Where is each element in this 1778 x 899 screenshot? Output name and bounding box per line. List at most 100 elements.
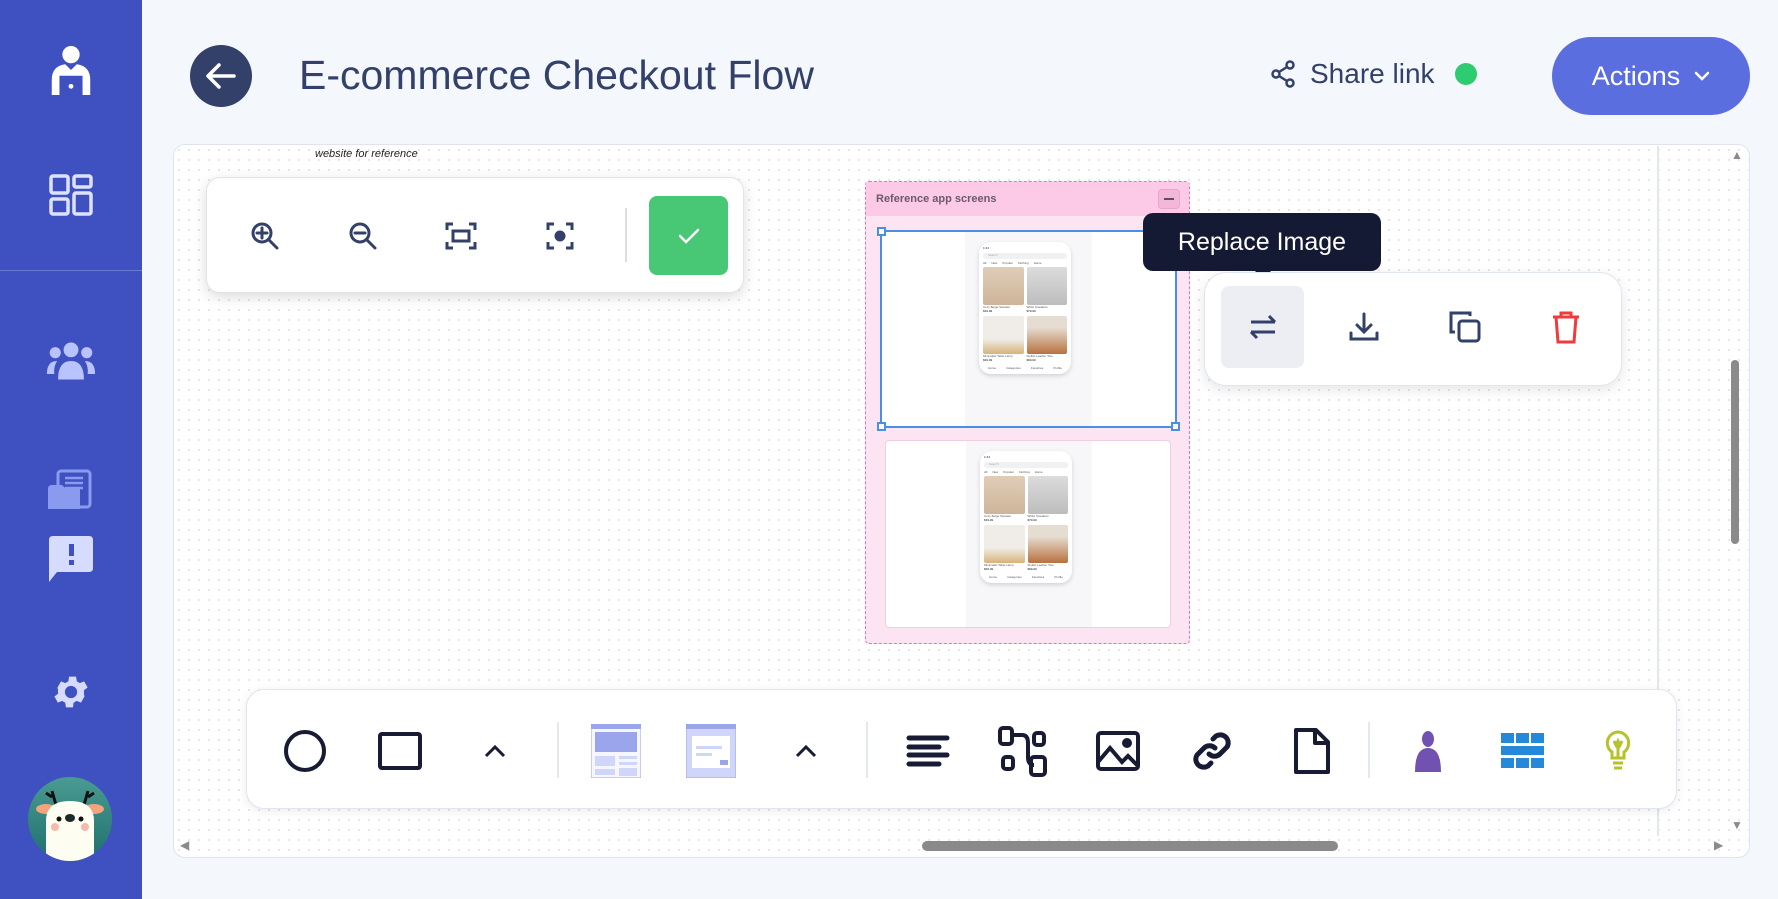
share-link-button[interactable]: Share link <box>1270 58 1477 90</box>
phone-tab: All <box>983 261 987 265</box>
dialog-template-icon <box>686 724 736 778</box>
resize-handle[interactable] <box>877 227 886 236</box>
more-templates-toggle[interactable] <box>779 724 833 778</box>
product-image <box>983 316 1024 354</box>
toolbar-divider <box>625 208 627 262</box>
minus-icon <box>1164 198 1174 200</box>
dashboard-grid-icon[interactable] <box>46 170 96 220</box>
replace-image-button[interactable] <box>1221 286 1304 368</box>
group-frame[interactable]: Reference app screens 1:44 Search All New… <box>865 181 1190 644</box>
link-tool[interactable] <box>1185 724 1239 778</box>
chevron-down-icon <box>1695 71 1710 81</box>
phone-screenshot: 1:44 Search All New Popular Clothing Home Co… <box>966 441 1092 627</box>
persona-tool[interactable] <box>1401 724 1455 778</box>
image-icon <box>1096 731 1140 771</box>
product-card: Stylish Leather Tote $89.99 <box>1026 316 1067 362</box>
product-card: Cozy Beige Sweater $49.99 <box>984 476 1025 522</box>
rectangle-tool[interactable] <box>373 724 427 778</box>
document-tool[interactable] <box>1285 724 1339 778</box>
product-price: $49.99 <box>984 518 994 522</box>
swap-arrows-icon <box>1249 314 1276 340</box>
product-image <box>1026 267 1067 305</box>
link-icon <box>1193 732 1231 770</box>
phone-nav-item: Profile <box>1054 575 1063 579</box>
files-folder-icon[interactable] <box>46 465 96 515</box>
phone-tab: Clothing <box>1018 470 1030 474</box>
replace-image-tooltip: Replace Image <box>1143 213 1381 279</box>
grid-table-tool[interactable] <box>1496 724 1550 778</box>
phone-mockup: 1:44 Search All New Popular Clothing Home Co… <box>980 451 1072 583</box>
product-card: Minimalist Table Lamp $39.99 <box>983 316 1024 362</box>
trash-icon <box>1552 311 1579 344</box>
flow-connector-tool[interactable] <box>996 724 1050 778</box>
dialog-template-tool[interactable] <box>684 724 738 778</box>
check-icon <box>678 228 699 244</box>
confirm-button[interactable] <box>649 196 728 275</box>
center-focus-button[interactable] <box>536 212 584 260</box>
product-image <box>983 267 1024 305</box>
resize-handle[interactable] <box>1171 422 1180 431</box>
search-placeholder: Search <box>989 462 999 466</box>
download-image-button[interactable] <box>1322 286 1405 368</box>
vertical-scrollbar[interactable] <box>1731 360 1739 544</box>
fit-to-screen-button[interactable] <box>437 212 485 260</box>
image-card-selected[interactable]: 1:44 Search All New Popular Clothing Home Co… <box>877 227 1180 431</box>
circle-icon <box>284 730 326 772</box>
settings-gear-icon[interactable] <box>46 667 96 717</box>
webpage-template-icon <box>591 724 641 778</box>
rectangle-icon <box>378 732 422 770</box>
status-bar: 1:44 <box>983 246 990 250</box>
scroll-left-arrow[interactable]: ◀ <box>180 838 189 852</box>
phone-tab: Home <box>1034 470 1043 474</box>
back-button[interactable] <box>190 45 252 107</box>
resize-handle[interactable] <box>877 422 886 431</box>
phone-bottom-nav: Home Categories Favorites Profile <box>983 366 1067 370</box>
person-icon <box>1415 731 1441 772</box>
team-icon[interactable] <box>46 336 96 386</box>
toolbar-divider <box>866 722 868 778</box>
phone-nav-item: Categories <box>1007 575 1022 579</box>
copy-icon <box>1449 311 1480 343</box>
scroll-right-arrow[interactable]: ▶ <box>1714 838 1723 852</box>
feedback-alert-icon[interactable] <box>46 535 96 585</box>
phone-tab: Popular <box>1003 470 1014 474</box>
canvas-text-note[interactable]: website for reference <box>315 148 418 160</box>
zoom-out-button[interactable] <box>339 212 387 260</box>
user-laptop-logo-icon[interactable] <box>46 45 96 95</box>
sidebar <box>0 0 142 899</box>
phone-tabs: All New Popular Clothing Home <box>984 470 1068 474</box>
zoom-out-icon <box>349 222 377 250</box>
online-status-dot <box>1454 63 1477 85</box>
phone-nav-item: Home <box>989 575 998 579</box>
search-placeholder: Search <box>988 253 998 257</box>
product-card: Stylish Leather Tote $89.99 <box>1027 525 1068 571</box>
circle-tool[interactable] <box>278 724 332 778</box>
focus-center-icon <box>546 222 574 250</box>
webpage-template-tool[interactable] <box>589 724 643 778</box>
scroll-down-arrow[interactable]: ▼ <box>1731 818 1743 832</box>
product-card: Cozy Beige Sweater $49.99 <box>983 267 1024 313</box>
phone-nav-item: Favorites <box>1030 366 1044 370</box>
zoom-in-button[interactable] <box>241 212 289 260</box>
table-grid-icon <box>1501 733 1544 768</box>
more-shapes-toggle[interactable] <box>468 724 522 778</box>
product-card: White Sneakers $79.99 <box>1026 267 1067 313</box>
idea-tool[interactable] <box>1591 724 1645 778</box>
delete-image-button[interactable] <box>1524 286 1607 368</box>
collapse-group-button[interactable] <box>1158 189 1180 209</box>
product-card: Minimalist Table Lamp $39.99 <box>984 525 1025 571</box>
group-header: Reference app screens <box>866 182 1189 216</box>
text-tool[interactable] <box>901 724 955 778</box>
chevron-up-icon <box>795 744 817 758</box>
arrow-left-icon <box>206 63 236 89</box>
image-card[interactable]: 1:44 Search All New Popular Clothing Home Co… <box>885 440 1171 628</box>
user-avatar[interactable] <box>28 777 112 861</box>
actions-dropdown-button[interactable]: Actions <box>1552 37 1750 115</box>
phone-tabs: All New Popular Clothing Home <box>983 261 1067 265</box>
page-title: E-commerce Checkout Flow <box>299 52 814 98</box>
scroll-up-arrow[interactable]: ▲ <box>1731 148 1743 162</box>
horizontal-scrollbar[interactable] <box>922 841 1338 851</box>
duplicate-image-button[interactable] <box>1423 286 1506 368</box>
product-image <box>984 476 1025 514</box>
image-tool[interactable] <box>1091 724 1145 778</box>
